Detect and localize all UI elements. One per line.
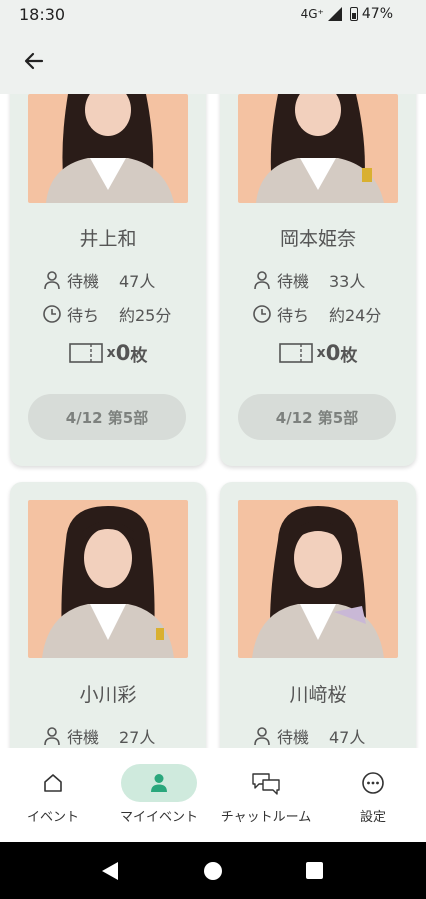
- wait-time-value: 約25分: [119, 306, 172, 325]
- status-time: 18:30: [19, 5, 66, 24]
- app-bar: [0, 30, 426, 94]
- ticket-unit: 枚: [130, 345, 148, 366]
- ticket-count: 0: [115, 341, 131, 365]
- member-name: 井上和: [79, 228, 137, 250]
- wait-time-label: 待ち: [67, 306, 100, 325]
- wait-time-row: 待ち 約24分: [252, 303, 381, 325]
- nav-item-event[interactable]: イベント: [15, 748, 91, 842]
- waiting-count-row: 待機 33人: [252, 269, 365, 291]
- ticket-count-row: x 0 枚: [220, 338, 416, 368]
- status-indicators: 4G⁺ 47%: [301, 6, 393, 22]
- home-icon: [44, 774, 62, 792]
- member-name: 岡本姫奈: [279, 228, 356, 250]
- person-icon: [151, 774, 167, 792]
- system-home-icon[interactable]: [204, 862, 222, 880]
- member-card[interactable]: 川﨑桜 待機 47人: [220, 482, 416, 748]
- system-back-icon[interactable]: [102, 862, 118, 880]
- chat-icon: [252, 773, 280, 795]
- person-icon: [254, 727, 270, 746]
- waiting-value: 47人: [119, 272, 156, 291]
- person-icon: [44, 727, 60, 746]
- battery-icon: [349, 7, 358, 21]
- battery-level: 47%: [361, 6, 393, 22]
- person-icon: [254, 271, 270, 290]
- nav-icon-container: [228, 764, 304, 802]
- session-button[interactable]: 4/12 第5部: [238, 394, 396, 440]
- nav-item-my-event[interactable]: マイイベント: [111, 748, 207, 842]
- member-card-grid[interactable]: 井上和 待機 47人 待ち 約25分 x 0 枚 4/12 第5部 岡本姫奈 待…: [0, 94, 426, 748]
- nav-icon-container: [335, 764, 411, 802]
- nav-item-settings[interactable]: 設定: [335, 748, 411, 842]
- member-name: 川﨑桜: [289, 684, 347, 706]
- system-recents-icon[interactable]: [306, 862, 323, 879]
- system-navigation-bar: [0, 842, 426, 899]
- nav-icon-container: [121, 764, 197, 802]
- wait-time-value: 約24分: [329, 306, 382, 325]
- person-icon: [44, 271, 60, 290]
- ticket-multiplier: x: [316, 345, 326, 361]
- waiting-count-row: 待機 47人: [42, 269, 155, 291]
- arrow-left-icon: [24, 52, 44, 70]
- nav-label: チャットルーム: [220, 810, 312, 825]
- nav-item-chat-room[interactable]: チャットルーム: [212, 748, 320, 842]
- waiting-value: 47人: [329, 728, 366, 747]
- member-card[interactable]: 井上和 待機 47人 待ち 約25分 x 0 枚 4/12 第5部: [10, 94, 206, 466]
- waiting-count-row: 待機 47人: [252, 725, 365, 747]
- member-name: 小川彩: [79, 684, 137, 706]
- session-button[interactable]: 4/12 第5部: [28, 394, 186, 440]
- ticket-unit: 枚: [340, 345, 358, 366]
- ticket-multiplier: x: [106, 345, 116, 361]
- wait-time-row: 待ち 約25分: [42, 303, 171, 325]
- member-photo: [28, 94, 188, 203]
- member-photo: [238, 500, 398, 658]
- network-type: 4G⁺: [300, 7, 324, 21]
- nav-label: 設定: [359, 810, 386, 825]
- nav-icon-container: [15, 764, 91, 802]
- more-icon: [362, 772, 384, 794]
- wait-time-label: 待ち: [277, 306, 310, 325]
- clock-icon: [253, 305, 271, 323]
- ticket-count-row: x 0 枚: [10, 338, 206, 368]
- status-bar: 18:30 4G⁺ 47%: [0, 0, 426, 30]
- nav-label: マイイベント: [119, 810, 198, 825]
- back-button[interactable]: [18, 45, 50, 77]
- nav-label: イベント: [26, 810, 79, 825]
- member-photo: [238, 94, 398, 203]
- ticket-count: 0: [325, 341, 341, 365]
- clock-icon: [43, 305, 61, 323]
- waiting-label: 待機: [277, 728, 310, 747]
- signal-icon: [327, 7, 342, 21]
- waiting-label: 待機: [277, 272, 310, 291]
- ticket-icon: [278, 343, 313, 363]
- waiting-label: 待機: [67, 728, 100, 747]
- ticket-icon: [68, 343, 103, 363]
- member-card[interactable]: 小川彩 待機 27人: [10, 482, 206, 748]
- member-photo: [28, 500, 188, 658]
- waiting-value: 27人: [119, 728, 156, 747]
- waiting-label: 待機: [67, 272, 100, 291]
- waiting-count-row: 待機 27人: [42, 725, 155, 747]
- waiting-value: 33人: [329, 272, 366, 291]
- bottom-navigation: イベント マイイベント チャットルーム 設定: [0, 748, 426, 842]
- member-card[interactable]: 岡本姫奈 待機 33人 待ち 約24分 x 0 枚 4/12 第5部: [220, 94, 416, 466]
